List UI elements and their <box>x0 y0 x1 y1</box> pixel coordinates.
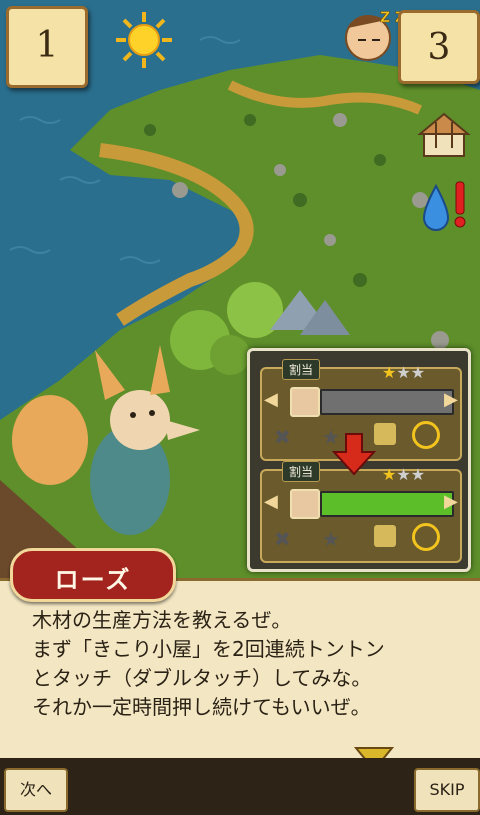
skip-button[interactable]: SKIP <box>414 768 480 812</box>
action-cross-icon[interactable]: ✖ <box>274 425 291 449</box>
speaker-name: ローズ <box>54 566 132 594</box>
chevron-left-icon[interactable]: ◀ <box>264 389 278 410</box>
worker-avatar[interactable] <box>290 387 320 417</box>
sun-icon[interactable] <box>114 10 174 70</box>
sleeping-face-icon[interactable]: Z Z Z <box>342 2 421 66</box>
day-counter[interactable]: 1 <box>6 6 88 88</box>
water-alert-icon[interactable] <box>418 178 472 238</box>
slot-label: 割当 <box>282 461 321 482</box>
star-rating: ★★★ <box>382 363 425 382</box>
star-empty-icon: ★ <box>410 363 426 382</box>
worker-avatar[interactable] <box>290 489 320 519</box>
assignment-slot-bottom: 割当 ★★★ ◀ ▶ ✖ ★ <box>260 461 462 563</box>
dialog-text: 木材の生産方法を教えるぜ。 まず「きこり小屋」を2回連続トントン とタッチ（ダブ… <box>32 608 385 719</box>
star-empty-icon: ★ <box>396 465 411 484</box>
remove-circle-icon[interactable] <box>412 421 440 449</box>
star-filled-icon: ★ <box>382 363 397 382</box>
swap-icon[interactable] <box>374 525 396 547</box>
speaker-name-tag: ローズ <box>10 548 176 602</box>
star-rating: ★★★ <box>382 465 425 484</box>
arrow-down-icon <box>331 432 377 476</box>
assignment-bar-empty <box>320 389 454 415</box>
sleep-counter[interactable]: 3 <box>398 10 480 84</box>
building-menu-icon[interactable] <box>416 108 472 160</box>
next-button[interactable]: 次へ <box>4 768 68 812</box>
chevron-left-icon[interactable]: ◀ <box>264 491 278 512</box>
bottom-bar <box>0 758 480 815</box>
action-cross-icon[interactable]: ✖ <box>274 527 291 551</box>
action-star-icon[interactable]: ★ <box>322 527 340 551</box>
swap-icon[interactable] <box>374 423 396 445</box>
chevron-right-icon[interactable]: ▶ <box>444 389 458 410</box>
star-empty-icon: ★ <box>410 465 426 484</box>
slot-label: 割当 <box>282 359 321 380</box>
sleep-counter-value: 3 <box>427 27 451 68</box>
remove-circle-icon[interactable] <box>412 523 440 551</box>
day-counter-value: 1 <box>35 25 59 66</box>
star-filled-icon: ★ <box>382 465 397 484</box>
assignment-bar-filled <box>320 491 454 517</box>
star-empty-icon: ★ <box>396 363 411 382</box>
chevron-right-icon[interactable]: ▶ <box>444 491 458 512</box>
